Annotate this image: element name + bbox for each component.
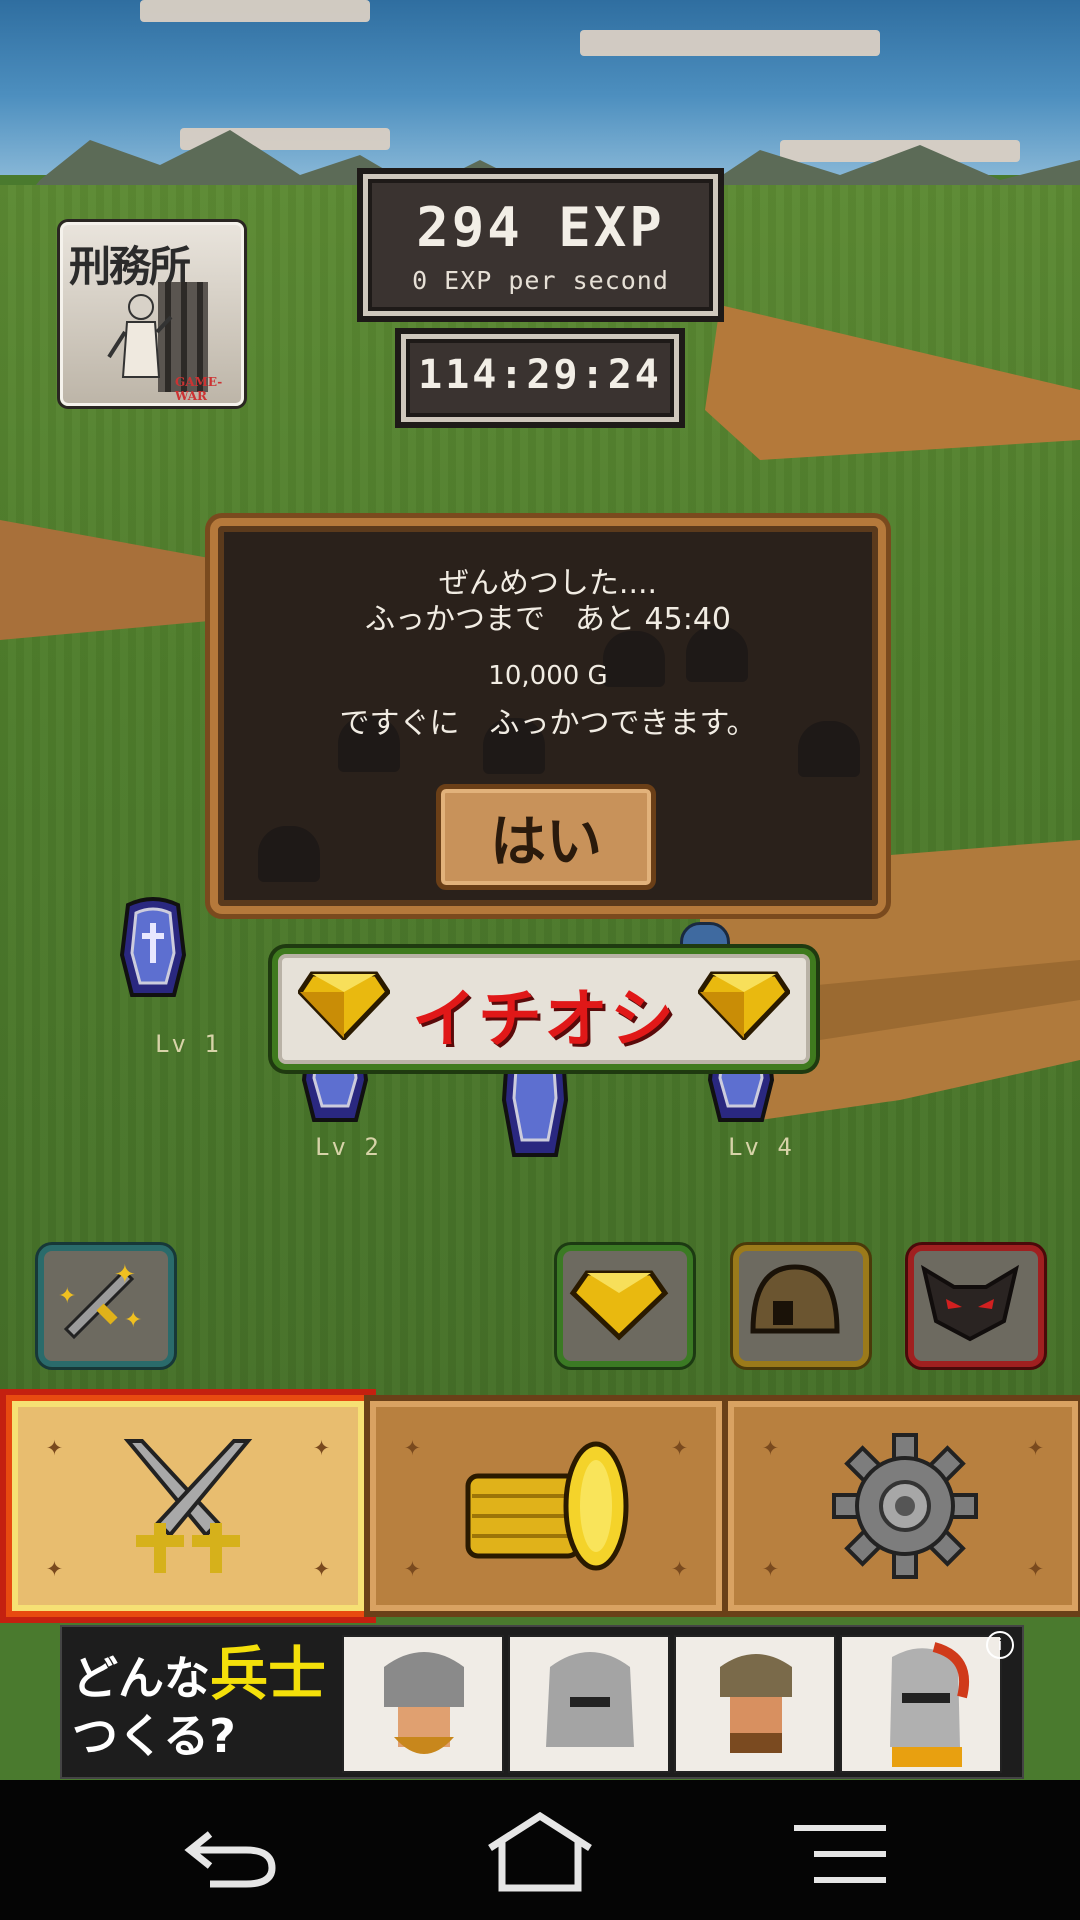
exp-counter: 294 EXP 0 EXP per second: [357, 168, 724, 322]
corner-ornament: ✦: [404, 1550, 421, 1583]
svg-text:✦: ✦: [124, 1308, 142, 1333]
back-icon[interactable]: [180, 1820, 280, 1890]
corner-ornament: ✦: [46, 1550, 63, 1583]
ad-text-b: 兵士: [210, 1640, 327, 1708]
corner-ornament: ✦: [671, 1550, 688, 1583]
dialog-line-instant: ですぐに ふっかつできます。: [339, 706, 757, 741]
gold-coins-icon: [465, 1441, 629, 1571]
game-war-badge: GAME-WAR: [175, 375, 223, 403]
boss-button[interactable]: [908, 1245, 1044, 1367]
gear-icon: [832, 1433, 978, 1579]
cloud: [580, 30, 880, 56]
home-icon[interactable]: [484, 1812, 596, 1892]
corner-ornament: ✦: [762, 1550, 779, 1583]
exp-total: 294 EXP: [416, 196, 665, 259]
svg-text:✦: ✦: [58, 1284, 76, 1309]
corner-ornament: ✦: [404, 1429, 421, 1462]
corner-ornament: ✦: [1027, 1550, 1044, 1583]
revive-dialog: ぜんめつした.... ふっかつまで あと 45:40 10,000 G ですぐに…: [210, 518, 886, 914]
unit-level-1: Lv 1: [155, 1030, 221, 1058]
dialog-line-cost: 10,000 G: [488, 661, 608, 691]
corner-ornament: ✦: [313, 1429, 330, 1462]
gem-shop-button[interactable]: [557, 1245, 693, 1367]
ad-soldier-portrait: [840, 1635, 1002, 1773]
dialog-line-revive-time: ふっかつまで あと 45:40: [365, 602, 731, 637]
demon-mask-icon: [920, 1264, 1020, 1342]
cloud: [140, 0, 370, 22]
ad-text-a: どんな: [72, 1651, 210, 1705]
unit-coffin-1[interactable]: [118, 895, 188, 1015]
recommend-banner[interactable]: イチオシ: [272, 948, 816, 1070]
corner-ornament: ✦: [313, 1550, 330, 1583]
corner-ornament: ✦: [46, 1429, 63, 1462]
ad-soldier-portrait: [342, 1635, 504, 1773]
corner-ornament: ✦: [671, 1429, 688, 1462]
timer-value: 114:29:24: [418, 352, 662, 398]
unit-level-2: Lv 2: [315, 1133, 381, 1161]
menu-icon[interactable]: [790, 1822, 890, 1886]
tab-settings[interactable]: ✦ ✦ ✦ ✦: [722, 1395, 1080, 1617]
gem-icon: [569, 1270, 669, 1341]
tab-upgrade[interactable]: ✦ ✦ ✦ ✦: [364, 1395, 728, 1617]
helmet-button[interactable]: [733, 1245, 869, 1367]
ad-soldier-portrait: [508, 1635, 670, 1773]
ad-headline: どんな兵士 つくる?: [72, 1645, 326, 1765]
ghost-silhouette: [258, 826, 320, 882]
unit-level-4: Lv 4: [728, 1133, 794, 1161]
ad-text-c: つくる?: [72, 1709, 236, 1763]
exp-rate: 0 EXP per second: [412, 266, 669, 295]
prison-button[interactable]: 刑務所 GAME-WAR: [60, 222, 244, 406]
skill-sword-button[interactable]: ✦ ✦ ✦: [38, 1245, 174, 1367]
gem-icon: [698, 971, 790, 1040]
game-scene: 刑務所 GAME-WAR 294 EXP 0 EXP per second 11…: [0, 0, 1080, 1780]
system-nav-bar: [0, 1780, 1080, 1920]
ad-info-icon[interactable]: i: [986, 1631, 1014, 1659]
ad-banner[interactable]: どんな兵士 つくる? i: [60, 1625, 1024, 1779]
countdown-timer: 114:29:24: [395, 328, 685, 428]
corner-ornament: ✦: [1027, 1429, 1044, 1462]
helmet-icon: [750, 1264, 840, 1334]
yes-button[interactable]: はい: [436, 784, 656, 890]
sword-sparkle-icon: ✦ ✦ ✦: [58, 1260, 142, 1340]
svg-text:✦: ✦: [114, 1260, 136, 1290]
ad-soldier-portrait: [674, 1635, 836, 1773]
corner-ornament: ✦: [762, 1429, 779, 1462]
tab-battle[interactable]: ✦ ✦ ✦ ✦: [6, 1395, 370, 1617]
crossed-swords-icon: [123, 1439, 253, 1573]
